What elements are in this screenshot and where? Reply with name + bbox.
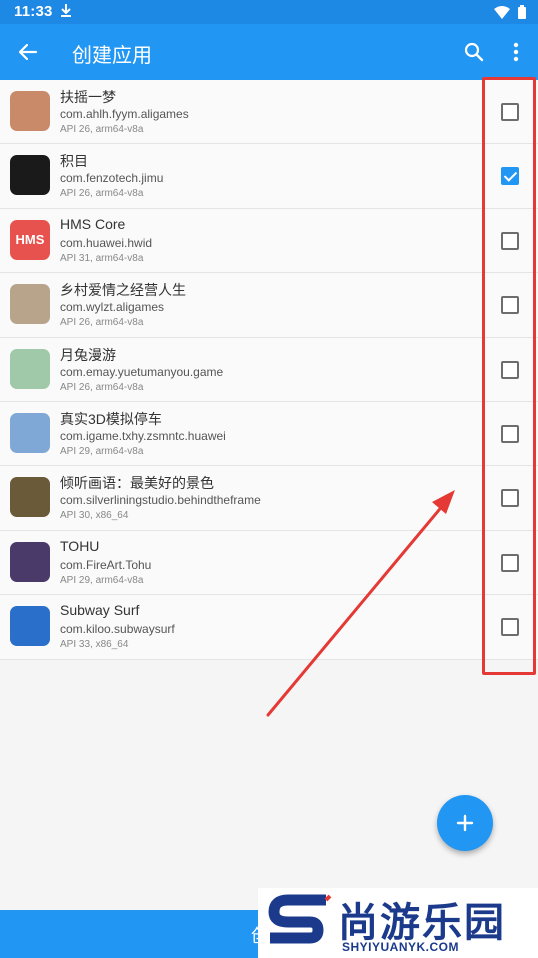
app-name: 扶摇一梦 [60, 89, 116, 105]
list-item[interactable]: TOHU com.FireArt.Tohu API 29, arm64-v8a [0, 530, 538, 596]
select-checkbox[interactable] [501, 424, 519, 443]
list-item[interactable]: 乡村爱情之经营人生 com.wylzt.aligames API 26, arm… [0, 273, 538, 338]
app-name: 真实3D模拟停车 [60, 410, 162, 427]
list-item[interactable]: HMS HMS Core com.huawei.hwid API 31, arm… [0, 208, 538, 274]
app-package: com.emay.yuetumanyou.game [60, 364, 224, 379]
car-icon [10, 412, 50, 453]
list-item[interactable]: 倾听画语：最美好的景色 com.silverliningstudio.behin… [0, 466, 538, 531]
app-package: com.silverliningstudio.behindtheframe [60, 493, 261, 508]
app-name: TOHU [60, 537, 100, 554]
watermark: 尚游乐园 SHYIYUANYK.COM [258, 888, 538, 958]
battery-icon [518, 5, 526, 19]
app-meta: API 26, arm64-v8a [60, 317, 144, 329]
app-name: 乡村爱情之经营人生 [60, 282, 186, 299]
app-package: com.huawei.hwid [60, 235, 153, 250]
wifi-icon [494, 5, 510, 19]
search-icon [464, 42, 484, 62]
list-item[interactable]: 月兔漫游 com.emay.yuetumanyou.game API 26, a… [0, 337, 538, 402]
rabbit-icon [10, 348, 50, 389]
app-package: com.kiloo.subwaysurf [60, 622, 175, 637]
app-meta: API 30, x86_64 [60, 510, 129, 522]
select-checkbox[interactable] [501, 103, 519, 121]
app-package: com.fenzotech.jimu [60, 171, 164, 186]
back-button[interactable] [10, 34, 46, 70]
add-fab-button[interactable] [437, 795, 493, 851]
app-name: 倾听画语：最美好的景色 [60, 475, 214, 492]
app-meta: API 31, arm64-v8a [60, 252, 144, 264]
subway-icon [10, 606, 50, 647]
more-vert-icon [513, 42, 519, 62]
app-package: com.igame.txhy.zsmntc.huawei [60, 428, 226, 443]
app-list: 扶摇一梦 com.ahlh.fyym.aligames API 26, arm6… [0, 80, 538, 660]
more-options-button[interactable] [498, 34, 534, 70]
select-checkbox[interactable] [501, 167, 519, 186]
watermark-url: SHYIYUANYK.COM [342, 940, 460, 954]
jimu-icon [10, 155, 50, 196]
select-checkbox[interactable] [501, 360, 519, 379]
watermark-logo-icon [268, 894, 332, 944]
select-checkbox[interactable] [501, 553, 519, 572]
app-meta: API 26, arm64-v8a [60, 124, 144, 135]
select-checkbox[interactable] [501, 489, 519, 508]
plus-icon [456, 814, 474, 832]
search-button[interactable] [456, 34, 492, 70]
app-package: com.FireArt.Tohu [60, 557, 152, 572]
status-time: 11:33 [14, 3, 53, 20]
app-meta: API 29, arm64-v8a [60, 445, 144, 457]
list-item[interactable]: Subway Surf com.kiloo.subwaysurf API 33,… [0, 595, 538, 660]
app-name: Subway Surf [60, 602, 140, 619]
tohu-icon [10, 541, 50, 582]
hms-icon: HMS [10, 219, 50, 260]
app-meta: API 26, arm64-v8a [60, 188, 144, 200]
app-package: com.wylzt.aligames [60, 300, 165, 315]
app-name: HMS Core [60, 215, 126, 232]
select-checkbox[interactable] [501, 618, 519, 637]
list-item[interactable]: 积目 com.fenzotech.jimu API 26, arm64-v8a [0, 144, 538, 209]
game-icon [10, 91, 50, 131]
download-icon [60, 3, 72, 22]
app-bar: 创建应用 [0, 24, 538, 80]
app-package: com.ahlh.fyym.aligames [60, 107, 189, 121]
app-name: 积目 [60, 153, 88, 170]
app-meta: API 29, arm64-v8a [60, 574, 144, 586]
select-checkbox[interactable] [501, 296, 519, 315]
status-bar: 11:33 [0, 0, 538, 24]
portrait-icon [10, 477, 50, 518]
arrow-back-icon [18, 43, 38, 61]
list-item[interactable]: 真实3D模拟停车 com.igame.txhy.zsmntc.huawei AP… [0, 401, 538, 467]
select-checkbox[interactable] [501, 231, 519, 250]
list-item[interactable]: 扶摇一梦 com.ahlh.fyym.aligames API 26, arm6… [0, 80, 538, 145]
app-name: 月兔漫游 [60, 346, 116, 363]
app-meta: API 26, arm64-v8a [60, 381, 144, 393]
game-icon [10, 284, 50, 325]
app-meta: API 33, x86_64 [60, 639, 129, 651]
status-icons [494, 5, 526, 19]
page-title: 创建应用 [72, 45, 152, 67]
